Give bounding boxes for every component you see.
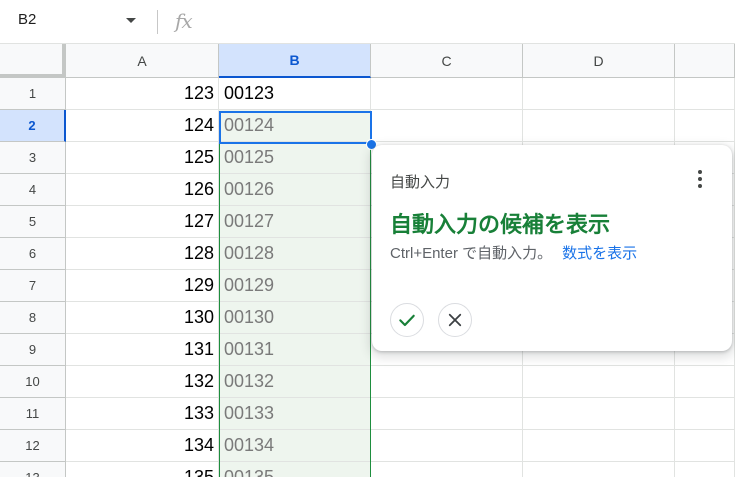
cell-c[interactable] xyxy=(371,462,523,477)
cell-b-suggestion[interactable]: 00135 xyxy=(219,462,371,477)
cell-a[interactable]: 131 xyxy=(66,334,219,366)
cell-e[interactable] xyxy=(675,430,735,462)
cell-d[interactable] xyxy=(523,366,675,398)
cell-e[interactable] xyxy=(675,110,735,142)
card-title: 自動入力の候補を表示 xyxy=(390,212,611,237)
cell-b-suggestion[interactable]: 00132 xyxy=(219,366,371,398)
row-header[interactable]: 8 xyxy=(0,302,66,334)
check-icon xyxy=(399,314,415,327)
cell-a[interactable]: 130 xyxy=(66,302,219,334)
cell-a[interactable]: 126 xyxy=(66,174,219,206)
cell-b-suggestion[interactable]: 00125 xyxy=(219,142,371,174)
cell-d[interactable] xyxy=(523,78,675,110)
cell-b-suggestion[interactable]: 00126 xyxy=(219,174,371,206)
cell-e[interactable] xyxy=(675,78,735,110)
cell-a[interactable]: 125 xyxy=(66,142,219,174)
row-header[interactable]: 5 xyxy=(0,206,66,238)
cell-a[interactable]: 124 xyxy=(66,110,219,142)
cell-e[interactable] xyxy=(675,398,735,430)
accept-button[interactable] xyxy=(390,303,424,337)
show-formula-link[interactable]: 数式を表示 xyxy=(562,245,637,262)
cell-c[interactable] xyxy=(371,110,523,142)
row-header[interactable]: 9 xyxy=(0,334,66,366)
cell-c[interactable] xyxy=(371,398,523,430)
column-header-a[interactable]: A xyxy=(66,44,219,78)
cell-a[interactable]: 133 xyxy=(66,398,219,430)
row-header[interactable]: 2 xyxy=(0,110,66,142)
autofill-suggestion-card: 自動入力 自動入力の候補を表示 Ctrl+Enter で自動入力。 数式を表示 xyxy=(372,145,732,351)
cell-a[interactable]: 134 xyxy=(66,430,219,462)
row-header[interactable]: 1 xyxy=(0,78,66,110)
row-header[interactable]: 4 xyxy=(0,174,66,206)
close-icon xyxy=(448,313,462,327)
cell-d[interactable] xyxy=(523,462,675,477)
row-header[interactable]: 12 xyxy=(0,430,66,462)
cell-d[interactable] xyxy=(523,430,675,462)
column-header-partial[interactable] xyxy=(675,44,735,78)
column-header-c[interactable]: C xyxy=(371,44,523,78)
more-options-icon[interactable] xyxy=(698,170,702,188)
row-header[interactable]: 11 xyxy=(0,398,66,430)
cell-e[interactable] xyxy=(675,366,735,398)
select-all-corner[interactable] xyxy=(0,44,66,78)
cell-c[interactable] xyxy=(371,366,523,398)
chevron-down-icon[interactable] xyxy=(126,18,136,23)
cell-b-suggestion[interactable]: 00130 xyxy=(219,302,371,334)
cell-e[interactable] xyxy=(675,462,735,477)
row-header[interactable]: 7 xyxy=(0,270,66,302)
cell-a[interactable]: 127 xyxy=(66,206,219,238)
card-hint: Ctrl+Enter で自動入力。 数式を表示 xyxy=(390,242,637,263)
cell-b-suggestion[interactable]: 00129 xyxy=(219,270,371,302)
cell-a[interactable]: 123 xyxy=(66,78,219,110)
cell-d[interactable] xyxy=(523,110,675,142)
name-box[interactable]: B2 xyxy=(18,11,36,28)
column-header-d[interactable]: D xyxy=(523,44,675,78)
cell-b-suggestion[interactable]: 00131 xyxy=(219,334,371,366)
cell-c[interactable] xyxy=(371,78,523,110)
shortcut-hint-text: Ctrl+Enter で自動入力。 xyxy=(390,245,553,262)
cell-b-suggestion[interactable]: 00127 xyxy=(219,206,371,238)
card-heading: 自動入力 xyxy=(390,174,451,191)
cell-b[interactable]: 00123 xyxy=(219,78,371,110)
row-header[interactable]: 10 xyxy=(0,366,66,398)
row-header[interactable]: 6 xyxy=(0,238,66,270)
cell-b-suggestion[interactable]: 00128 xyxy=(219,238,371,270)
dismiss-button[interactable] xyxy=(438,303,472,337)
cell-a[interactable]: 128 xyxy=(66,238,219,270)
cell-b-suggestion[interactable]: 00124 xyxy=(219,110,371,142)
cell-c[interactable] xyxy=(371,430,523,462)
cell-a[interactable]: 135 xyxy=(66,462,219,477)
fx-icon: fx xyxy=(175,9,193,33)
column-header-b[interactable]: B xyxy=(219,44,371,78)
row-header[interactable]: 3 xyxy=(0,142,66,174)
cell-d[interactable] xyxy=(523,398,675,430)
formula-bar: B2 fx xyxy=(0,0,735,44)
formula-bar-divider xyxy=(157,10,158,34)
row-header[interactable]: 13 xyxy=(0,462,66,477)
cell-a[interactable]: 129 xyxy=(66,270,219,302)
cell-b-suggestion[interactable]: 00134 xyxy=(219,430,371,462)
cell-b-suggestion[interactable]: 00133 xyxy=(219,398,371,430)
cell-a[interactable]: 132 xyxy=(66,366,219,398)
